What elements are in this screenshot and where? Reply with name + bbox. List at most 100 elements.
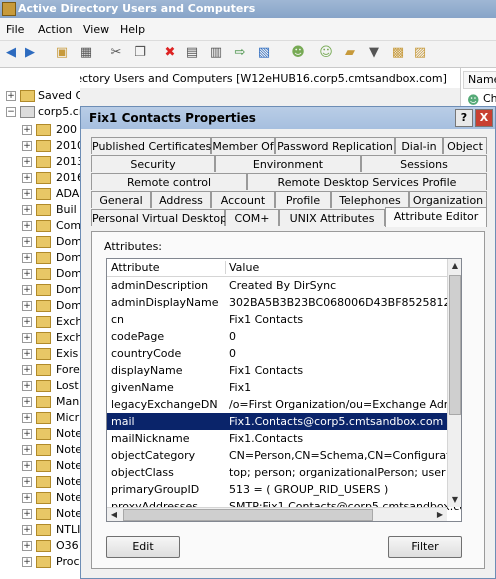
tab-profile[interactable]: Profile xyxy=(275,191,331,208)
expand-icon[interactable]: + xyxy=(22,189,32,199)
expand-icon[interactable]: + xyxy=(22,125,32,135)
tree-item[interactable]: Dom xyxy=(56,251,80,264)
expand-icon[interactable]: + xyxy=(22,349,32,359)
scroll-thumb[interactable] xyxy=(449,275,461,415)
cut-icon[interactable]: ✂ xyxy=(108,45,124,61)
list-item[interactable]: Ch xyxy=(483,92,496,105)
expand-icon[interactable]: + xyxy=(22,173,32,183)
tab-address[interactable]: Address xyxy=(151,191,211,208)
tree-item[interactable]: Com xyxy=(56,219,80,232)
expand-icon[interactable]: + xyxy=(22,221,32,231)
menu-help[interactable]: Help xyxy=(120,23,145,36)
tab-environment[interactable]: Environment xyxy=(215,155,361,172)
tree-item[interactable]: Dom xyxy=(56,299,80,312)
help-icon[interactable]: ▧ xyxy=(256,45,272,61)
tab-com-plus[interactable]: COM+ xyxy=(225,209,279,226)
tree-item[interactable]: Exis xyxy=(56,347,78,360)
attribute-row[interactable]: codePage 0 xyxy=(107,328,447,345)
ou-icon[interactable]: ▰ xyxy=(342,45,358,61)
menu-action[interactable]: Action xyxy=(38,23,72,36)
tab-dial-in[interactable]: Dial-in xyxy=(395,137,443,154)
tab-member-of[interactable]: Member Of xyxy=(211,137,275,154)
tree-item[interactable]: 2016 xyxy=(56,171,80,184)
scroll-down-icon[interactable]: ▼ xyxy=(448,493,461,507)
tab-attribute-editor[interactable]: Attribute Editor xyxy=(385,207,487,227)
view-icon[interactable]: ▦ xyxy=(78,45,94,61)
attribute-row[interactable]: primaryGroupID 513 = ( GROUP_RID_USERS ) xyxy=(107,481,447,498)
tab-published-certificates[interactable]: Published Certificates xyxy=(91,137,211,154)
attribute-row[interactable]: legacyExchangeDN/o=First Organization/ou… xyxy=(107,396,461,413)
vertical-scrollbar[interactable]: ▲ ▼ xyxy=(447,259,461,507)
export-icon[interactable]: ▥ xyxy=(208,45,224,61)
groups-icon[interactable]: ☺ xyxy=(318,45,334,61)
tab-telephones[interactable]: Telephones xyxy=(331,191,409,208)
expand-icon[interactable]: + xyxy=(22,445,32,455)
tab-security[interactable]: Security xyxy=(91,155,215,172)
expand-icon[interactable]: + xyxy=(22,269,32,279)
collapse-icon[interactable]: − xyxy=(6,107,16,117)
attribute-row[interactable]: displayName Fix1 Contacts xyxy=(107,362,447,379)
attributes-list[interactable]: Attribute Value adminDescription Created … xyxy=(106,258,462,522)
scroll-up-icon[interactable]: ▲ xyxy=(448,259,461,273)
tab-password-replication[interactable]: Password Replication xyxy=(275,137,395,154)
edit-button[interactable]: Edit xyxy=(106,536,180,558)
close-button[interactable]: X xyxy=(475,109,493,127)
tab-personal-virtual-desktop[interactable]: Personal Virtual Desktop xyxy=(91,209,227,226)
properties-icon[interactable]: ▤ xyxy=(184,45,200,61)
tab-remote-desktop-services-profile[interactable]: Remote Desktop Services Profile xyxy=(247,173,487,190)
tab-account[interactable]: Account xyxy=(211,191,275,208)
horizontal-scrollbar[interactable]: ◀ ▶ xyxy=(107,507,447,521)
copy-icon[interactable]: ❐ xyxy=(132,45,148,61)
expand-icon[interactable]: + xyxy=(22,493,32,503)
expand-icon[interactable]: + xyxy=(22,381,32,391)
expand-icon[interactable]: + xyxy=(22,525,32,535)
filter-icon[interactable]: ▼ xyxy=(366,45,382,61)
expand-icon[interactable]: + xyxy=(22,541,32,551)
users-icon[interactable]: ☻ xyxy=(290,45,306,61)
expand-icon[interactable]: + xyxy=(22,557,32,567)
expand-icon[interactable]: + xyxy=(22,509,32,519)
expand-icon[interactable]: + xyxy=(22,205,32,215)
tree-item[interactable]: 2010 xyxy=(56,139,80,152)
scroll-thumb[interactable] xyxy=(123,509,373,521)
column-header-value[interactable]: Value xyxy=(229,261,259,274)
tab-unix-attributes[interactable]: UNIX Attributes xyxy=(279,209,385,226)
expand-icon[interactable]: + xyxy=(22,253,32,263)
tree-item[interactable]: Man xyxy=(56,395,79,408)
expand-icon[interactable]: + xyxy=(22,477,32,487)
scroll-left-icon[interactable]: ◀ xyxy=(107,508,121,521)
tree-item[interactable]: Dom xyxy=(56,267,80,280)
up-folder-icon[interactable]: ▣ xyxy=(54,45,70,61)
expand-icon[interactable]: + xyxy=(22,429,32,439)
expand-icon[interactable]: + xyxy=(22,317,32,327)
tree-item[interactable]: Note xyxy=(56,507,80,520)
tree-item[interactable]: Buil xyxy=(56,203,77,216)
attribute-row[interactable]: adminDisplayName 302BA5B3B23BC068006D43BF… xyxy=(107,294,458,311)
expand-icon[interactable]: + xyxy=(22,237,32,247)
tree-item-saved-queries[interactable]: Saved Queries xyxy=(38,89,80,102)
expand-icon[interactable]: + xyxy=(6,91,16,101)
delegate-icon[interactable]: ▨ xyxy=(412,45,428,61)
expand-icon[interactable]: + xyxy=(22,413,32,423)
column-divider[interactable] xyxy=(225,261,226,274)
tree-item[interactable]: Dom xyxy=(56,235,80,248)
filter-button[interactable]: Filter xyxy=(388,536,462,558)
tree-item[interactable]: Note xyxy=(56,491,80,504)
tree-item[interactable]: Fore xyxy=(56,363,80,376)
tree-item-domain[interactable]: corp5.cm xyxy=(38,105,80,118)
attribute-row[interactable]: objectCategory CN=Person,CN=Schema,CN=Con… xyxy=(107,447,461,464)
tree-item[interactable]: Exch xyxy=(56,315,80,328)
scroll-right-icon[interactable]: ▶ xyxy=(433,508,447,521)
tab-general[interactable]: General xyxy=(91,191,151,208)
refresh-icon[interactable]: ⇨ xyxy=(232,45,248,61)
tree-item[interactable]: 2013 xyxy=(56,155,80,168)
tree-item[interactable]: Exch xyxy=(56,331,80,344)
column-header-attribute[interactable]: Attribute xyxy=(111,261,160,274)
expand-icon[interactable]: + xyxy=(22,301,32,311)
tree-item[interactable]: Note xyxy=(56,427,80,440)
attribute-row[interactable]: adminDescription Created By DirSync xyxy=(107,277,447,294)
attribute-row[interactable]: mail Fix1.Contacts@corp5.cmtsandbox.com xyxy=(107,413,447,430)
tree-item[interactable]: NTLI xyxy=(56,523,80,536)
tree-item[interactable]: Note xyxy=(56,443,80,456)
tab-sessions[interactable]: Sessions xyxy=(361,155,487,172)
